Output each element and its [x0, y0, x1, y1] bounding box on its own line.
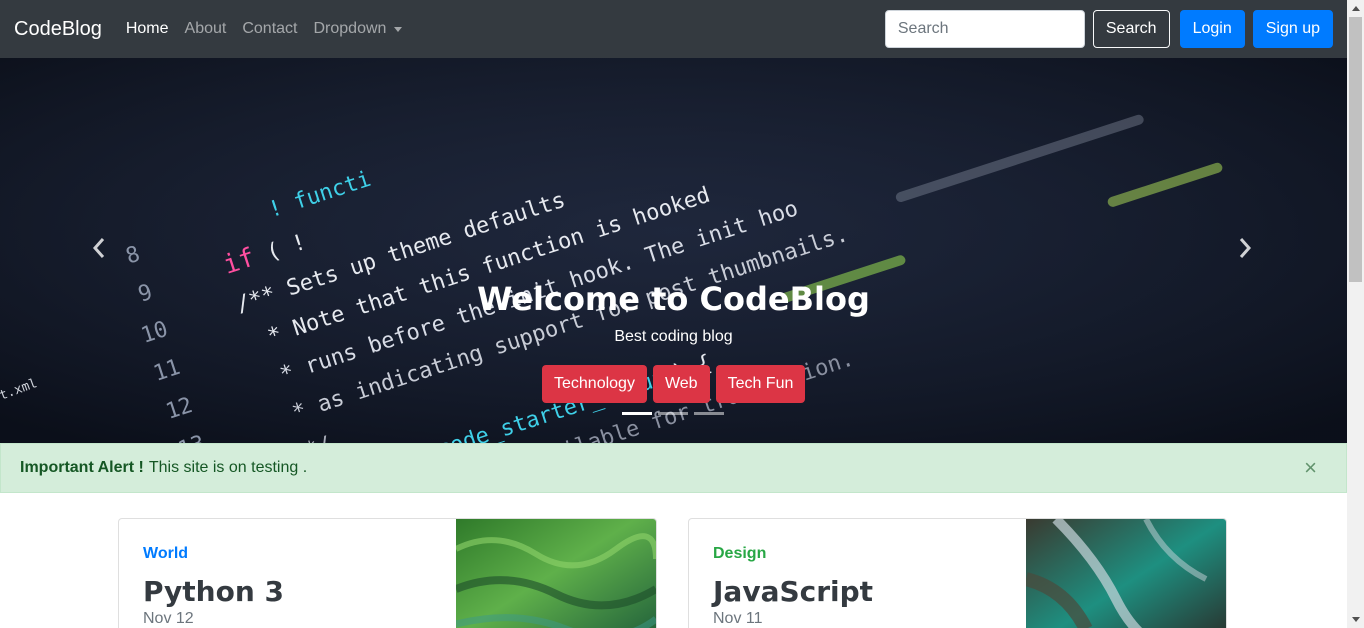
post-card[interactable]: Design JavaScript Nov 11 — [688, 518, 1227, 628]
post-date: Nov 11 — [713, 610, 763, 627]
nav-link-contact[interactable]: Contact — [242, 20, 297, 38]
tag-web-button[interactable]: Web — [652, 365, 710, 403]
post-category: World — [143, 545, 189, 562]
carousel-indicator-3[interactable] — [694, 412, 724, 415]
post-date: Nov 12 — [143, 610, 194, 627]
chevron-right-icon — [1239, 238, 1252, 258]
scroll-down-arrow-icon[interactable] — [1347, 611, 1364, 628]
nav-link-about[interactable]: About — [185, 20, 227, 38]
close-icon[interactable]: × — [1304, 455, 1317, 481]
carousel-indicator-2[interactable] — [658, 412, 688, 415]
post-title: JavaScript — [713, 575, 874, 608]
carousel-subtitle: Best coding blog — [614, 328, 733, 345]
search-button[interactable]: Search — [1092, 10, 1170, 48]
carousel-indicators — [622, 412, 730, 415]
hero-carousel: 8 9 10 11 12 13 14 15 16 ! functi if ( !… — [0, 58, 1347, 443]
post-card[interactable]: World Python 3 Nov 12 — [118, 518, 657, 628]
signup-button[interactable]: Sign up — [1252, 10, 1333, 48]
nav-link-home[interactable]: Home — [126, 20, 169, 38]
brand-logo[interactable]: CodeBlog — [14, 18, 102, 41]
post-title: Python 3 — [143, 575, 285, 608]
scroll-up-arrow-icon[interactable] — [1347, 0, 1364, 17]
vertical-scrollbar[interactable] — [1347, 0, 1364, 628]
carousel-tags: Technology Web Tech Fun — [542, 365, 811, 403]
alert-strong-text: Important Alert ! — [20, 459, 144, 476]
login-button[interactable]: Login — [1179, 10, 1245, 48]
page: CodeBlog Home About Contact Dropdown Sea… — [0, 0, 1347, 628]
post-card-body: Design JavaScript Nov 11 — [713, 545, 873, 628]
carousel-indicator-1[interactable] — [622, 412, 652, 415]
post-thumbnail-image — [1026, 519, 1226, 628]
caret-down-icon — [394, 26, 403, 32]
search-input[interactable] — [884, 10, 1085, 48]
post-category: Design — [713, 545, 767, 562]
nav-dropdown[interactable]: Dropdown — [313, 20, 403, 38]
alert-banner: Important Alert ! This site is on testin… — [0, 443, 1347, 493]
carousel-title: Welcome to CodeBlog — [477, 280, 870, 318]
post-card-body: World Python 3 Nov 12 — [143, 545, 284, 628]
navbar: CodeBlog Home About Contact Dropdown Sea… — [0, 0, 1347, 58]
tag-tech-fun-button[interactable]: Tech Fun — [715, 365, 806, 403]
post-thumbnail-image — [456, 519, 656, 628]
nav-dropdown-label: Dropdown — [313, 20, 387, 37]
carousel-next-button[interactable] — [1230, 228, 1260, 268]
carousel-caption: Welcome to CodeBlog Best coding blog — [0, 280, 1347, 346]
carousel-prev-button[interactable] — [84, 228, 114, 268]
nav-search-auth: Search Login Sign up — [884, 10, 1333, 48]
tag-technology-button[interactable]: Technology — [542, 365, 647, 403]
chevron-left-icon — [92, 238, 105, 258]
scrollbar-thumb[interactable] — [1349, 17, 1362, 282]
alert-text: This site is on testing . — [148, 459, 308, 476]
